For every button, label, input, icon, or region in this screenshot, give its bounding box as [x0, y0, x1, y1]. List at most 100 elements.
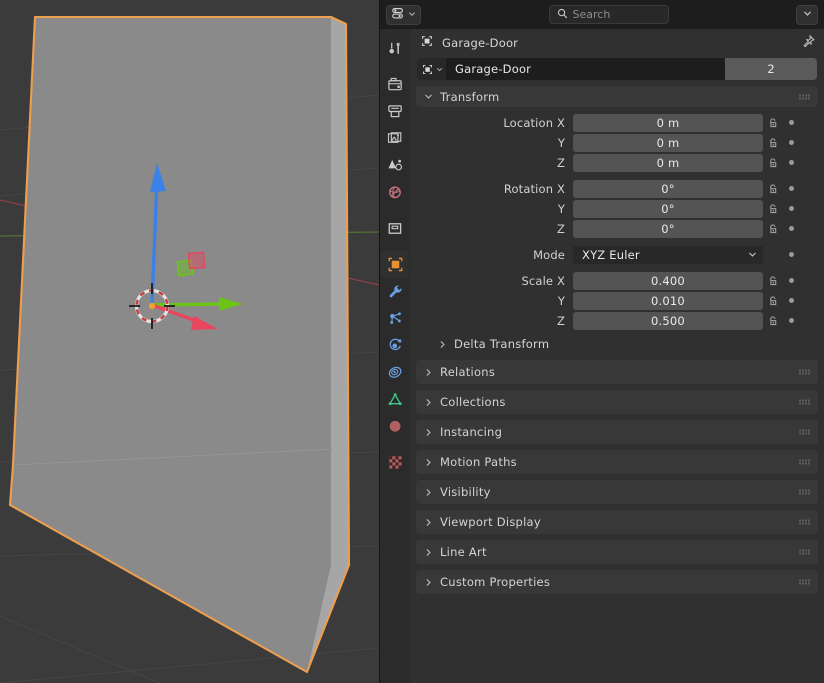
field-scale-x[interactable]: 0.400: [573, 271, 763, 290]
header-options-dropdown[interactable]: [796, 4, 818, 25]
panel-grip-icon[interactable]: [799, 459, 810, 465]
label-rotation-z: Z: [556, 221, 565, 236]
sidebar-item-texture[interactable]: [381, 449, 409, 476]
label-rotation-y: Y: [557, 201, 565, 216]
sidebar-item-world[interactable]: [381, 179, 409, 206]
animate-dot-location-z[interactable]: [783, 160, 799, 165]
animate-dot-rotation-z[interactable]: [783, 226, 799, 231]
panel-relations-title: Relations: [440, 365, 496, 379]
animate-dot-rotation-mode[interactable]: [783, 252, 799, 257]
panel-grip-icon[interactable]: [799, 549, 810, 555]
panel-instancing-header[interactable]: Instancing: [416, 420, 818, 444]
sidebar-item-object[interactable]: [381, 251, 409, 278]
animate-dot-rotation-x[interactable]: [783, 186, 799, 191]
sidebar-item-scene[interactable]: [381, 152, 409, 179]
sidebar-item-constraints[interactable]: [381, 359, 409, 386]
field-location-y[interactable]: 0 m: [573, 133, 763, 152]
lock-icon-location-y[interactable]: [763, 137, 783, 149]
panel-line-art-header[interactable]: Line Art: [416, 540, 818, 564]
search-input[interactable]: Search: [548, 5, 669, 24]
lock-icon-scale-x[interactable]: [763, 275, 783, 287]
blender-window: Search Garage-Door Garage-Door 2 Transfo…: [0, 0, 824, 683]
lock-icon-rotation-x[interactable]: [763, 183, 783, 195]
panel-grip-icon[interactable]: [799, 369, 810, 375]
dropdown-rotation-mode[interactable]: XYZ Euler: [573, 245, 763, 264]
lock-icon-rotation-z[interactable]: [763, 223, 783, 235]
animate-dot-scale-z[interactable]: [783, 318, 799, 323]
sidebar-item-physics[interactable]: [381, 332, 409, 359]
field-rotation-x[interactable]: 0°: [573, 179, 763, 198]
sidebar-item-collection[interactable]: [381, 215, 409, 242]
panel-collections-header[interactable]: Collections: [416, 390, 818, 414]
lock-icon-rotation-y[interactable]: [763, 203, 783, 215]
field-location-z[interactable]: 0 m: [573, 153, 763, 172]
images-icon: [387, 132, 401, 143]
lock-icon-location-x[interactable]: [763, 117, 783, 129]
gizmo-axis-y[interactable]: [151, 302, 224, 307]
sidebar-item-output[interactable]: [381, 98, 409, 125]
label-rotation-mode: Mode: [533, 247, 565, 262]
panel-grip-icon[interactable]: [799, 399, 810, 405]
lock-icon-location-z[interactable]: [763, 157, 783, 169]
gizmo-plane-handle-x[interactable]: [187, 251, 206, 270]
label-scale-y: Y: [557, 293, 565, 308]
animate-dot-location-y[interactable]: [783, 140, 799, 145]
printer-icon: [387, 105, 402, 118]
panel-custom-properties-header[interactable]: Custom Properties: [416, 570, 818, 594]
scene-cone-icon: [388, 159, 402, 171]
material-sphere-icon: [389, 420, 401, 432]
field-rotation-z[interactable]: 0°: [573, 219, 763, 238]
panel-grip-icon[interactable]: [799, 429, 810, 435]
lock-icon-scale-z[interactable]: [763, 315, 783, 327]
tool-icon: [388, 42, 400, 54]
sidebar-item-view-layer[interactable]: [381, 125, 409, 152]
animate-dot-scale-y[interactable]: [783, 298, 799, 303]
panel-line-art: Line Art: [416, 540, 818, 564]
object-users-count-button[interactable]: 2: [725, 58, 817, 80]
field-rotation-y[interactable]: 0°: [573, 199, 763, 218]
chevron-right-icon: [424, 518, 433, 527]
editor-type-selector[interactable]: [386, 4, 421, 25]
panel-viewport-display-header[interactable]: Viewport Display: [416, 510, 818, 534]
panel-grip-icon[interactable]: [799, 489, 810, 495]
panel-motion-paths-header[interactable]: Motion Paths: [416, 450, 818, 474]
panel-viewport-display: Viewport Display: [416, 510, 818, 534]
panel-grip-icon[interactable]: [799, 519, 810, 525]
3d-viewport[interactable]: [0, 0, 379, 683]
sidebar-item-material[interactable]: [381, 413, 409, 440]
panel-relations-header[interactable]: Relations: [416, 360, 818, 384]
object-id-type-dropdown[interactable]: [417, 58, 447, 80]
sidebar-item-object-data[interactable]: [381, 386, 409, 413]
world-globe-icon: [388, 186, 401, 199]
chevron-right-icon: [424, 548, 433, 557]
panel-transform-header[interactable]: Transform: [416, 86, 818, 107]
viewport-canvas: [0, 0, 379, 683]
field-location-x[interactable]: 0 m: [573, 113, 763, 132]
chevron-right-icon: [424, 428, 433, 437]
animate-dot-location-x[interactable]: [783, 120, 799, 125]
chevron-down-icon: [803, 8, 812, 21]
field-scale-z[interactable]: 0.500: [573, 311, 763, 330]
field-scale-y[interactable]: 0.010: [573, 291, 763, 310]
prop-row-scale-y: Y 0.010: [416, 291, 818, 310]
chevron-down-icon: [436, 67, 442, 71]
pin-icon[interactable]: [801, 34, 816, 52]
sidebar-item-modifiers[interactable]: [381, 278, 409, 305]
sidebar-item-tool[interactable]: [381, 35, 409, 62]
prop-row-rotation-z: Z 0°: [416, 219, 818, 238]
chevron-down-icon: [408, 8, 416, 21]
panel-transform: Transform Location X 0 m Y 0 m Z 0 m Rot…: [416, 86, 818, 360]
label-location-z: Z: [556, 155, 565, 170]
sidebar-item-particles[interactable]: [381, 305, 409, 332]
lock-icon-scale-y[interactable]: [763, 295, 783, 307]
animate-dot-scale-x[interactable]: [783, 278, 799, 283]
panel-grip-icon[interactable]: [799, 579, 810, 585]
subpanel-delta-transform[interactable]: Delta Transform: [416, 334, 818, 354]
panel-custom-properties-title: Custom Properties: [440, 575, 551, 589]
panel-grip-icon[interactable]: [799, 94, 810, 99]
sidebar-item-render[interactable]: [381, 71, 409, 98]
panel-visibility-header[interactable]: Visibility: [416, 480, 818, 504]
label-rotation-x: Rotation X: [503, 181, 565, 196]
object-name-input[interactable]: Garage-Door: [447, 58, 725, 80]
animate-dot-rotation-y[interactable]: [783, 206, 799, 211]
